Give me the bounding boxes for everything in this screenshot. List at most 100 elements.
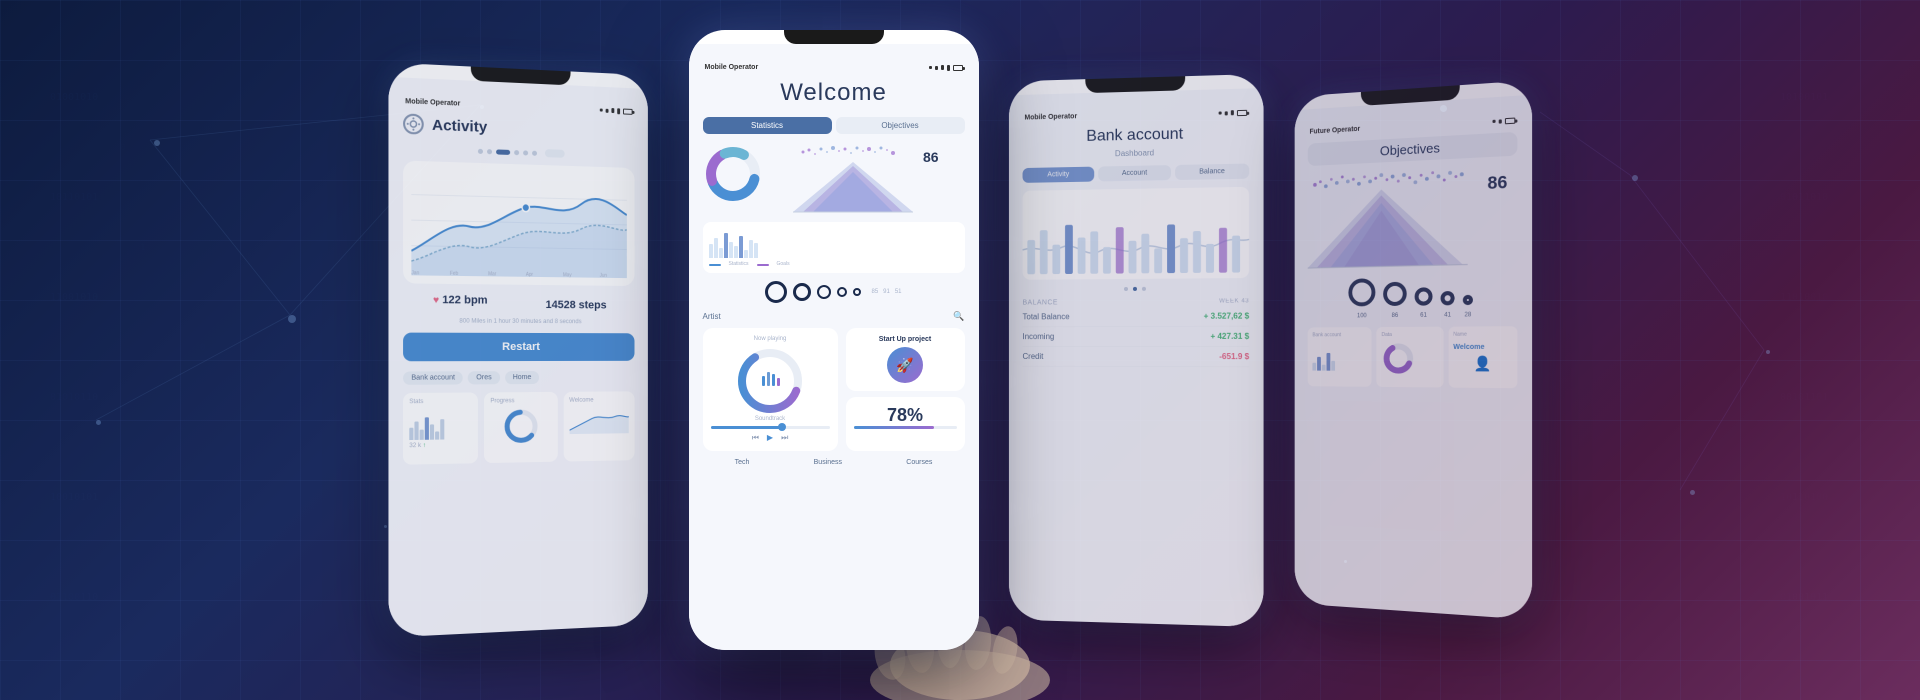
page-dot-2[interactable] <box>486 149 491 154</box>
bank-tab-account[interactable]: Account <box>1098 165 1171 181</box>
svg-text:Jan: Jan <box>411 270 419 276</box>
bottom-labels: Tech Business Courses <box>703 459 965 466</box>
bank-subtitle: Dashboard <box>1022 146 1249 160</box>
bpm-value: 122 bpm <box>442 294 487 307</box>
circle-item-4: 41 <box>1440 291 1454 319</box>
tab-home[interactable]: Home <box>504 371 539 384</box>
balance-label-credit: Credit <box>1022 351 1043 360</box>
phone-welcome: Mobile Operator Welcome Statistics Objec… <box>689 30 979 650</box>
startup-card: Start Up project 🚀 <box>846 328 965 391</box>
bank-dot-2-active[interactable] <box>1132 286 1136 290</box>
circle-num-5: 28 <box>1462 312 1472 318</box>
svg-text:Jun: Jun <box>599 273 607 278</box>
status-time-2: Mobile Operator <box>705 64 759 71</box>
circle-item-2: 86 <box>1383 282 1407 319</box>
battery-icon-3 <box>1236 109 1246 115</box>
status-time-1: Mobile Operator <box>405 98 460 107</box>
stats-row: ♥ 122 bpm 14528 steps <box>403 294 634 314</box>
svg-text:May: May <box>562 272 571 278</box>
circle-small-1 <box>837 287 847 297</box>
balance-row-3: Credit -651.9 $ <box>1022 351 1249 366</box>
startup-label: Start Up project <box>854 336 957 343</box>
obj-circle-5 <box>1462 295 1472 305</box>
status-bar-1: Mobile Operator <box>403 98 634 115</box>
status-bar-2: Mobile Operator <box>703 64 965 71</box>
mini-card-2: Progress <box>484 392 557 463</box>
gear-icon <box>403 113 424 134</box>
bank-tab-balance[interactable]: Balance <box>1175 163 1249 180</box>
page-dot-3-active[interactable] <box>495 149 509 155</box>
svg-text:Feb: Feb <box>450 271 459 277</box>
balance-value-incoming: + 427.31 $ <box>1210 331 1249 340</box>
bank-tabs[interactable]: Activity Account Balance <box>1022 163 1249 182</box>
phone-objectives: Future Operator Objectives 86 <box>1294 80 1531 620</box>
battery-icon-1 <box>622 108 632 114</box>
balance-value-total: + 3.527,62 $ <box>1203 311 1249 320</box>
phone-bank: Mobile Operator Bank account Dashboard A… <box>1008 73 1263 626</box>
label-business[interactable]: Business <box>814 459 842 466</box>
bank-title: Bank account <box>1022 123 1249 146</box>
status-icons-3 <box>1218 109 1247 116</box>
circle-item-5: 28 <box>1462 294 1472 319</box>
play-icon[interactable]: ▶ <box>767 433 773 443</box>
bank-dot-1[interactable] <box>1123 286 1127 290</box>
phones-container: Mobile Operator <box>0 0 1920 700</box>
percent-value: 78% <box>854 405 957 426</box>
welcome-bar-chart <box>709 228 959 258</box>
obj-card-1-title: Bank account <box>1312 332 1367 338</box>
bank-dot-3[interactable] <box>1141 286 1145 290</box>
circle-medium-2 <box>817 285 831 299</box>
obj-mini-bar <box>1312 341 1367 371</box>
obj-card-1: Bank account <box>1307 327 1371 387</box>
tab-objectives[interactable]: Objectives <box>836 117 965 134</box>
svg-text:Mar: Mar <box>488 271 496 277</box>
pagination-dots <box>403 144 634 160</box>
page-dot-5[interactable] <box>522 150 527 155</box>
label-courses[interactable]: Courses <box>906 459 932 466</box>
page-dot-4[interactable] <box>513 150 518 155</box>
week-label: Week 43 <box>1219 298 1249 304</box>
page-nav[interactable] <box>544 149 564 158</box>
activity-header: Activity <box>403 113 634 142</box>
obj-card-3: Name Welcome 👤 <box>1448 326 1517 388</box>
balance-row-2: Incoming + 427.31 $ <box>1022 331 1249 346</box>
obj-card-2: Data <box>1376 327 1443 388</box>
stat-bpm: ♥ 122 bpm <box>433 294 488 313</box>
page-dot-1[interactable] <box>477 148 482 153</box>
tab-bank[interactable]: Bank account <box>403 371 463 385</box>
status-icons-2 <box>929 65 963 71</box>
welcome-tabs[interactable]: Statistics Objectives <box>703 117 965 134</box>
page-dot-6[interactable] <box>531 150 536 155</box>
status-time-3: Mobile Operator <box>1024 113 1077 121</box>
circle-num-3: 61 <box>1414 313 1432 319</box>
circle-num-2: 86 <box>1383 313 1407 319</box>
status-icons-1 <box>599 107 632 114</box>
startup-icon[interactable]: 🚀 <box>887 347 923 383</box>
stat-sub-text: 800 Miles in 1 hour 30 minutes and 8 sec… <box>403 318 634 325</box>
activity-title: Activity <box>432 116 487 135</box>
tab-statistics[interactable]: Statistics <box>703 117 832 134</box>
obj-card-3-title: Name <box>1453 331 1512 337</box>
welcome-bottom-row: Now playing <box>703 328 965 451</box>
phone-bank-screen: Mobile Operator Bank account Dashboard A… <box>1008 88 1263 627</box>
next-icon[interactable]: ⏭ <box>781 433 788 443</box>
mini-cards: Stats 32 k ↑ Progress <box>403 391 634 464</box>
restart-button[interactable]: Restart <box>403 333 634 362</box>
circle-small-2 <box>853 288 861 296</box>
status-bar-3: Mobile Operator <box>1022 108 1249 121</box>
balance-label-incoming: Incoming <box>1022 332 1054 341</box>
obj-circle-2 <box>1383 282 1407 306</box>
objectives-chart: 86 <box>1307 164 1517 272</box>
balance-header: BALANCE Week 43 <box>1022 298 1249 306</box>
circle-item-1: 100 <box>1348 278 1375 319</box>
obj-card-2-title: Data <box>1381 332 1438 338</box>
label-tech[interactable]: Tech <box>735 459 750 466</box>
prev-icon[interactable]: ⏮ <box>752 433 759 443</box>
battery-icon-4 <box>1504 117 1514 124</box>
phone-welcome-screen: Mobile Operator Welcome Statistics Objec… <box>689 44 979 650</box>
circle-num-1: 100 <box>1348 313 1375 319</box>
tab-ores[interactable]: Ores <box>468 371 499 384</box>
bank-tab-activity[interactable]: Activity <box>1022 166 1094 182</box>
phone-objectives-screen: Future Operator Objectives 86 <box>1294 95 1531 620</box>
donut-chart <box>703 144 763 204</box>
